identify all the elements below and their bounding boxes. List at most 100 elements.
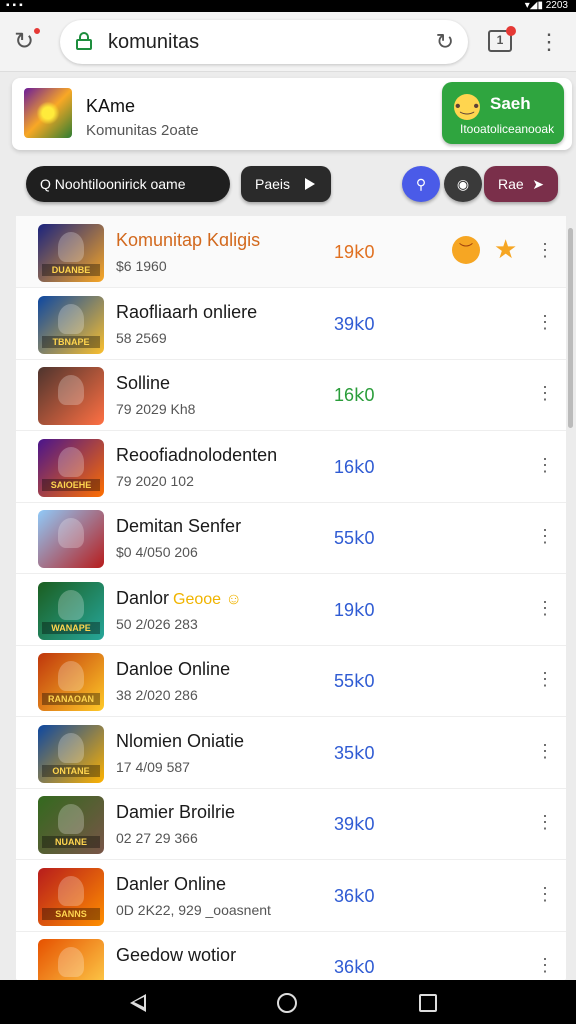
community-header: KAme Komunitas 2oate •‿• Saeh Itooatolic… <box>12 78 572 150</box>
back-arrow-icon[interactable]: ↻ <box>14 26 44 58</box>
member-count: 19𝗄0 <box>334 599 375 620</box>
row-menu-icon[interactable]: ⋮ <box>536 669 554 690</box>
game-thumbnail[interactable]: TBNAPE <box>38 295 104 354</box>
thumbnail-caption: DUANBE <box>42 264 100 276</box>
row-menu-icon[interactable]: ⋮ <box>536 526 554 547</box>
game-row[interactable]: WANAPE Danlor Geooe ☺ 50 2/026 283 19𝗄0 ⋮ <box>16 574 566 646</box>
row-menu-icon[interactable]: ⋮ <box>536 955 554 976</box>
game-thumbnail[interactable]: RANAOAN <box>38 653 104 711</box>
game-title-text: Geedow wotior <box>116 945 237 965</box>
game-thumbnail[interactable] <box>38 510 104 568</box>
game-row[interactable]: SANNS Danler Online 0D 2K22, 929 _ooasnent… <box>16 860 566 932</box>
tabs-count-button[interactable]: 1 <box>488 26 516 52</box>
community-logo <box>24 88 72 138</box>
game-row[interactable]: RANAOAN Danloe Online 38 2/020 286 55𝗄0 ⋮ <box>16 645 566 717</box>
game-thumbnail[interactable] <box>38 367 104 425</box>
game-title[interactable]: Komunitap Kɑligis <box>116 230 260 251</box>
game-row[interactable]: Geedow wotior 36𝗄0 ⋮ <box>16 931 566 980</box>
game-row[interactable]: NUANE Damier Broilrie 02 27 29 366 39𝗄0 ⋮ <box>16 788 566 860</box>
rise-button[interactable]: Rae ➤ <box>484 166 558 202</box>
view-toggle-icon[interactable]: ◉ <box>444 166 482 202</box>
search-button-sublabel: Itooatoliceanooak <box>460 122 555 136</box>
member-count: 39𝗄0 <box>334 814 375 834</box>
overflow-menu-icon[interactable]: ⋮ <box>538 28 560 56</box>
thumbnail-figure <box>58 303 84 334</box>
search-button[interactable]: •‿• Saeh Itooatoliceanooak <box>442 82 564 144</box>
game-thumbnail[interactable]: NUANE <box>38 796 104 854</box>
game-thumbnail[interactable]: SANNS <box>38 867 104 926</box>
game-title[interactable]: Danloe Online <box>116 659 230 680</box>
game-meta: 58 2569 <box>116 329 167 346</box>
thumbnail-figure <box>58 661 84 691</box>
member-count: 16𝗄0 <box>334 385 375 405</box>
game-title[interactable]: Solline <box>116 373 170 394</box>
scrollbar[interactable] <box>568 228 573 428</box>
game-meta: 02 27 29 366 <box>116 830 198 846</box>
arrow-right-icon: ➤ <box>532 176 544 192</box>
game-thumbnail[interactable]: SAIOEHE <box>38 438 104 497</box>
address-bar[interactable]: komunitas ↻ <box>60 20 468 64</box>
search-button-label: Saeh <box>490 94 531 113</box>
game-thumbnail[interactable] <box>38 939 104 980</box>
game-row[interactable]: TBNAPE Raofliaarh onliere 58 2569 39𝗄0 ⋮ <box>16 288 566 360</box>
game-title[interactable]: Damier Broilrie <box>116 802 235 823</box>
url-text[interactable]: komunitas <box>108 31 199 54</box>
thumbnail-figure <box>58 446 84 477</box>
row-menu-icon[interactable]: ⋮ <box>536 884 554 905</box>
game-title[interactable]: Reoofiadnolodenten <box>116 445 277 466</box>
game-thumbnail[interactable]: DUANBE <box>38 224 104 282</box>
row-menu-icon[interactable]: ⋮ <box>536 455 554 476</box>
game-row[interactable]: Solline 79 2029 Kh8 16𝗄0 ⋮ <box>16 359 566 431</box>
row-menu-icon[interactable]: ⋮ <box>536 598 554 619</box>
nav-back-icon[interactable] <box>130 994 146 1012</box>
page-title: KAme <box>86 96 136 116</box>
nav-recents-icon[interactable] <box>419 994 437 1012</box>
game-row[interactable]: SAIOEHE Reoofiadnolodenten 79 2020 102 16𝗄0… <box>16 431 566 503</box>
page-subtitle: Komunitas 2oate <box>86 122 199 139</box>
star-icon[interactable]: ★ <box>494 234 517 265</box>
game-title[interactable]: Raofliaarh onliere <box>116 302 257 323</box>
nav-home-icon[interactable] <box>277 993 297 1013</box>
row-menu-icon[interactable]: ⋮ <box>536 812 554 833</box>
game-thumbnail[interactable]: WANAPE <box>38 581 104 640</box>
filter-toolbar: Q Noohtiloonirick oame Paeis ⚲ ◉ Rae ➤ <box>12 156 564 210</box>
game-title[interactable]: Nlomien Oniatie <box>116 731 244 752</box>
game-row[interactable]: Demitan Senfer $0 4/050 206 55𝗄0 ⋮ <box>16 502 566 574</box>
game-thumbnail[interactable]: ONTANE <box>38 724 104 783</box>
game-meta: 79 2029 Kh8 <box>116 401 196 417</box>
status-right-icons: ▾◢▮ 2203 <box>524 0 568 11</box>
search-filter-icon[interactable]: ⚲ <box>402 166 440 202</box>
game-meta: 79 2020 102 <box>116 472 194 489</box>
thumbnail-caption: WANAPE <box>42 621 100 634</box>
row-menu-icon[interactable]: ⋮ <box>536 312 554 333</box>
game-title[interactable]: Geedow wotior <box>116 945 236 966</box>
game-title[interactable]: Danler Online <box>116 874 226 895</box>
game-title[interactable]: Danlor Geooe ☺ <box>116 588 242 609</box>
rise-button-label: Rae <box>498 176 524 192</box>
game-title[interactable]: Demitan Senfer <box>116 516 241 537</box>
thumbnail-caption: RANAOAN <box>42 693 100 705</box>
reload-icon[interactable]: ↻ <box>436 29 454 55</box>
row-menu-icon[interactable]: ⋮ <box>536 240 554 261</box>
system-navigation-bar <box>0 980 576 1024</box>
game-meta: 0D 2K22, 929 _ooasnent <box>116 901 271 918</box>
game-meta: 38 2/020 286 <box>116 687 198 703</box>
game-row[interactable]: ONTANE Nlomien Oniatie 17 4/09 587 35𝗄0 ⋮ <box>16 717 566 789</box>
thumbnail-figure <box>58 732 84 763</box>
thumbnail-figure <box>58 804 84 834</box>
thumbnail-figure <box>58 518 84 548</box>
thumbnail-caption: NUANE <box>42 836 100 848</box>
member-count: 55𝗄0 <box>334 671 375 691</box>
game-meta: $0 4/050 206 <box>116 544 198 560</box>
member-count: 35𝗄0 <box>334 742 375 763</box>
play-button[interactable]: Paeis <box>241 166 331 202</box>
status-bar: ▪▪▪ ▾◢▮ 2203 <box>0 0 576 12</box>
sad-face-icon[interactable]: ︶ <box>452 236 480 264</box>
game-title-text: Solline <box>116 373 171 393</box>
row-menu-icon[interactable]: ⋮ <box>536 741 554 762</box>
thumbnail-caption: ONTANE <box>42 764 100 777</box>
game-search-input[interactable]: Q Noohtiloonirick oame <box>26 166 230 202</box>
game-row[interactable]: DUANBE Komunitap Kɑligis $6 1960 19𝗄0 ︶ ★ ⋮ <box>16 216 566 288</box>
game-title-text: Danlor <box>116 587 170 608</box>
row-menu-icon[interactable]: ⋮ <box>536 383 554 404</box>
